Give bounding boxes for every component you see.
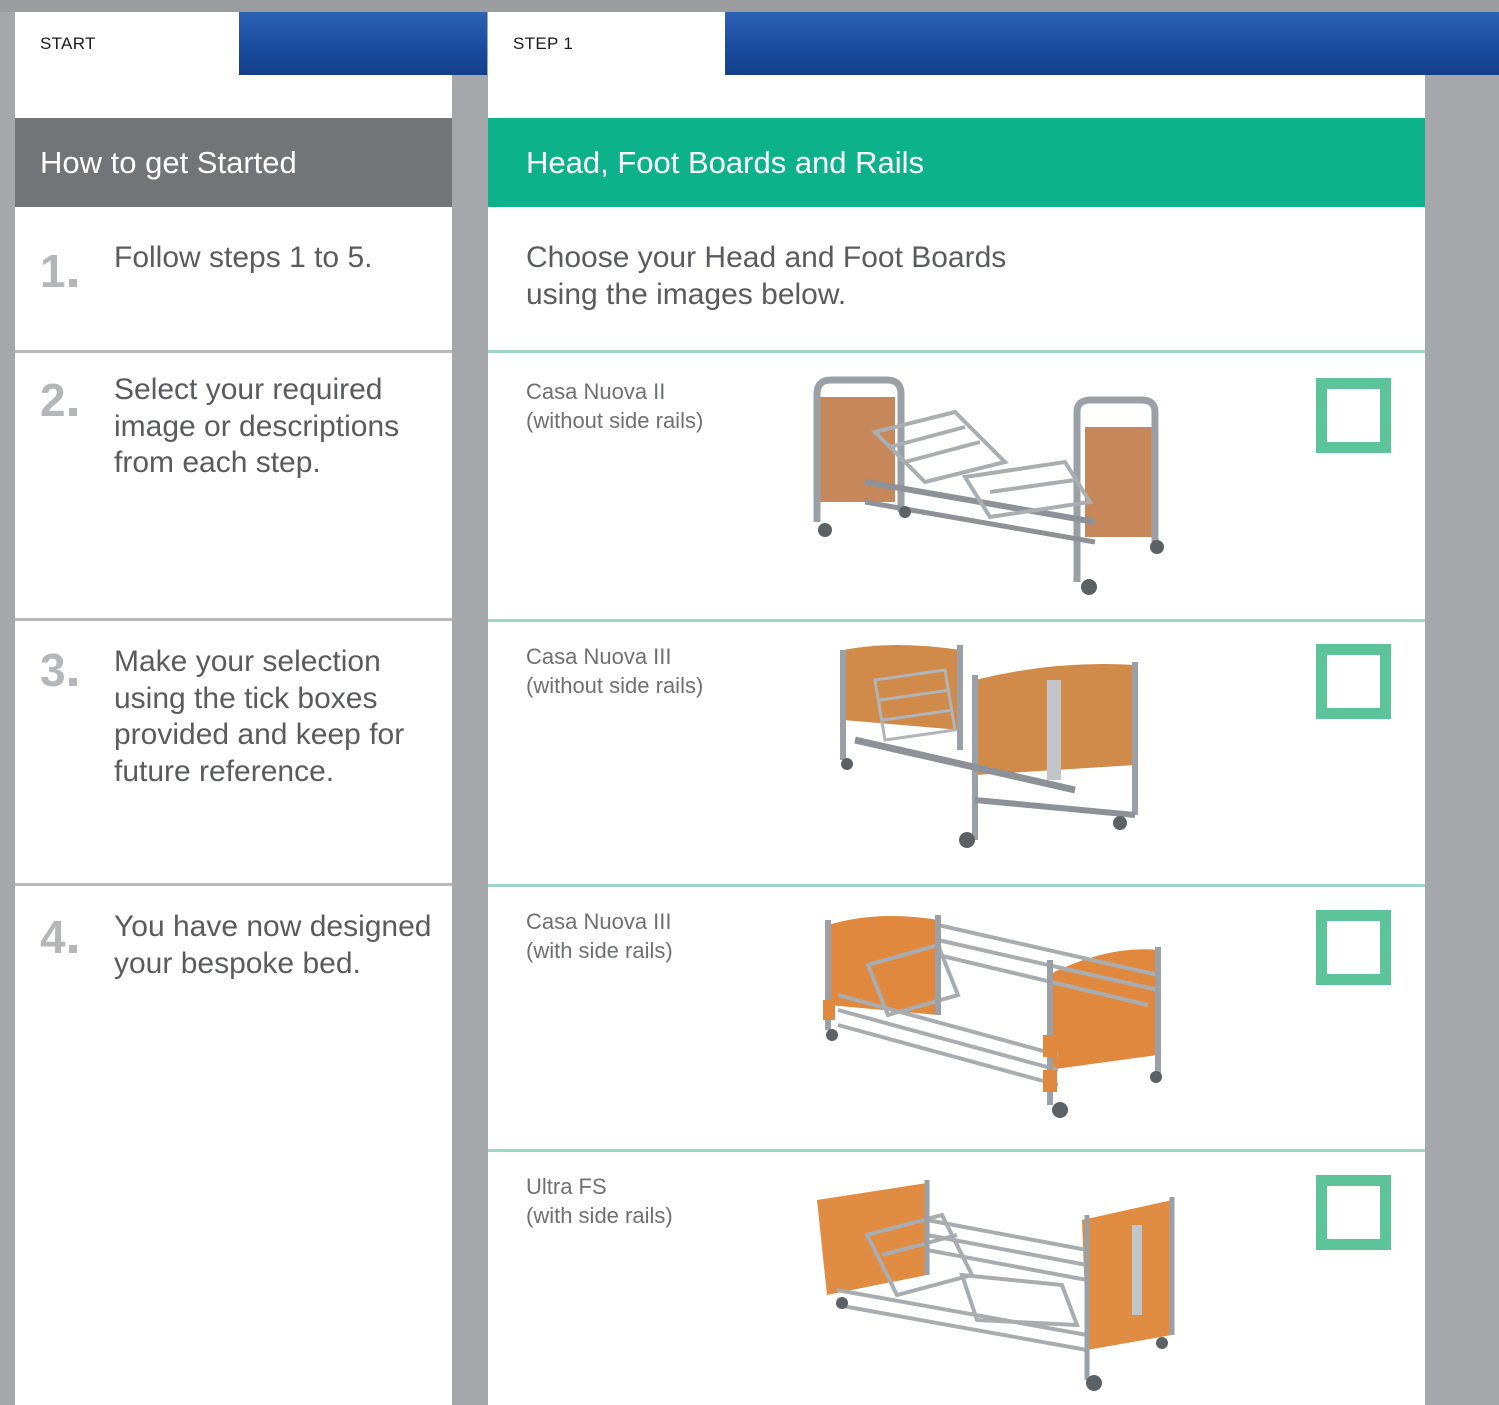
step-number-2: 2	[40, 377, 77, 423]
step1-tab-bar: STEP 1	[488, 12, 1499, 75]
product-note-1: (without side rails)	[526, 408, 704, 433]
start-heading: How to get Started	[15, 118, 452, 207]
step-row-3: 3 Make your selection using the tick box…	[15, 621, 452, 886]
step1-tab-blue	[725, 12, 1499, 75]
tick-box-1[interactable]	[1316, 378, 1391, 453]
divider-4	[488, 1149, 1425, 1152]
step1-tab-label: STEP 1	[488, 12, 725, 75]
bed-image-casa-nuova-iii-rails[interactable]	[818, 905, 1168, 1125]
step-text-2: Select your required image or descriptio…	[114, 373, 400, 479]
tick-box-4[interactable]	[1316, 1175, 1391, 1250]
step-row-2: 2 Select your required image or descript…	[15, 353, 452, 621]
divider-1	[488, 350, 1425, 353]
step-row-4: 4 You have now designed your bespoke bed…	[15, 886, 452, 1405]
bed-image-casa-nuova-iii[interactable]	[835, 640, 1145, 855]
start-tab-label: START	[15, 12, 239, 75]
product-label-2: Casa Nuova III (without side rails)	[526, 642, 786, 700]
bed-image-casa-nuova-ii[interactable]	[805, 372, 1180, 597]
step-text-1: Follow steps 1 to 5.	[114, 241, 373, 274]
intro-line-2: using the images below.	[526, 277, 847, 311]
step-number-1: 1	[40, 248, 77, 294]
product-label-1: Casa Nuova II (without side rails)	[526, 377, 786, 435]
product-note-2: (without side rails)	[526, 673, 704, 698]
step1-intro: Choose your Head and Foot Boards using t…	[526, 240, 1126, 313]
step-number-3: 3	[40, 647, 77, 693]
start-tab-bar: START	[15, 12, 487, 75]
divider-3	[488, 884, 1425, 887]
product-name-3: Casa Nuova III	[526, 909, 672, 934]
product-label-4: Ultra FS (with side rails)	[526, 1172, 786, 1230]
bed-image-ultra-fs[interactable]	[812, 1175, 1182, 1395]
top-strip	[0, 0, 1499, 12]
step1-heading: Head, Foot Boards and Rails	[488, 118, 1425, 207]
product-note-3: (with side rails)	[526, 938, 673, 963]
step-text-3: Make your selection using the tick boxes…	[114, 645, 405, 788]
tick-box-2[interactable]	[1316, 644, 1391, 719]
start-tab-blue	[239, 12, 487, 75]
tick-box-3[interactable]	[1316, 910, 1391, 985]
product-label-3: Casa Nuova III (with side rails)	[526, 907, 786, 965]
product-note-4: (with side rails)	[526, 1203, 673, 1228]
intro-line-1: Choose your Head and Foot Boards	[526, 241, 1007, 274]
product-name-1: Casa Nuova II	[526, 379, 666, 404]
step-number-4: 4	[40, 914, 77, 960]
step-text-4: You have now designed your bespoke bed.	[114, 910, 432, 980]
product-name-4: Ultra FS	[526, 1174, 607, 1199]
step-row-1: 1 Follow steps 1 to 5.	[15, 207, 452, 353]
divider-2	[488, 619, 1425, 622]
product-name-2: Casa Nuova III	[526, 644, 672, 669]
